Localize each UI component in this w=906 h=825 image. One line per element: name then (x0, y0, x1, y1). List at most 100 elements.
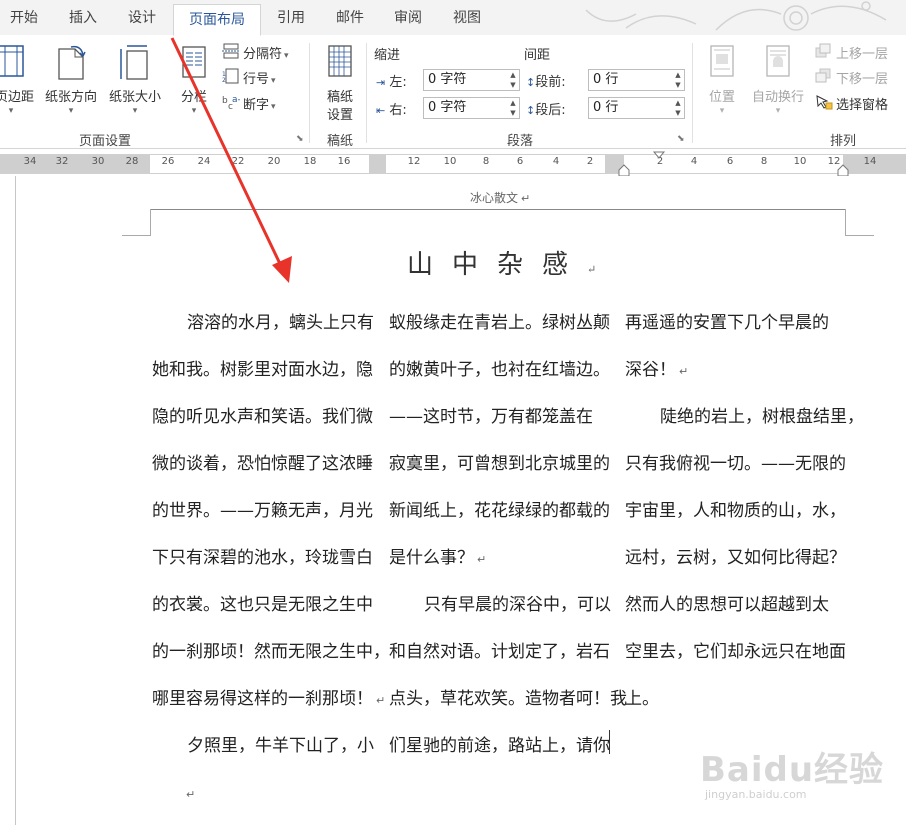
margin-corner-mark (122, 235, 151, 236)
text-line: 只有我俯视一切。——无限的 (625, 454, 846, 474)
chevron-down-icon: ▾ (271, 102, 276, 112)
spacing-after-label: ↕段后: (526, 103, 566, 118)
tab-insert[interactable]: 插入 (54, 0, 112, 35)
title-bar-decoration (566, 0, 906, 35)
text-line: 上。 (625, 689, 659, 709)
spinner-icon[interactable]: ▲ ▼ (672, 70, 684, 90)
paragraph-mark-icon: ↵ (521, 192, 531, 205)
spacing-before-input[interactable]: 0 行 ▲ ▼ (588, 69, 685, 91)
columns-button[interactable]: 分栏 ▾ (172, 43, 216, 123)
text-line: 夕照里，牛羊下山了，小 (187, 736, 374, 756)
margins-icon (0, 43, 26, 83)
tab-references[interactable]: 引用 (265, 0, 317, 35)
chevron-down-icon: ▾ (132, 106, 138, 116)
orientation-button[interactable]: 纸张方向 ▾ (40, 43, 102, 123)
margins-button[interactable]: 页边距 ▾ (0, 43, 34, 123)
bring-forward-button[interactable]: 上移一层 (815, 43, 888, 63)
margin-corner-mark (845, 209, 846, 236)
paragraph-dialog-launcher-icon[interactable]: ⬊ (677, 134, 685, 144)
text-line: 寂寞里，可曾想到北京城里的 (389, 454, 610, 474)
hyphenation-button[interactable]: b c a- 断字 ▾ (222, 94, 276, 114)
indent-title: 缩进 (374, 48, 401, 63)
manuscript-settings-button[interactable]: 稿纸 设置 (318, 43, 362, 128)
breaks-button[interactable]: 分隔符 ▾ (222, 43, 289, 63)
tab-home[interactable]: 开始 (0, 0, 48, 35)
send-backward-icon (815, 68, 833, 91)
paragraph-mark-icon: ↵ (587, 263, 597, 276)
tab-mailings[interactable]: 邮件 (322, 0, 378, 35)
hyphenation-label: 断字 (243, 98, 270, 113)
breaks-label: 分隔符 (243, 47, 283, 62)
tab-page-layout[interactable]: 页面布局 (173, 4, 261, 36)
spacing-after-input[interactable]: 0 行 ▲ ▼ (588, 97, 685, 119)
text-line: 她和我。树影里对面水边，隐 (152, 360, 373, 380)
group-separator (366, 43, 367, 143)
text-column-2[interactable]: 蚁般缘走在青岩上。绿树丛颠 的嫩黄叶子，也衬在红墙边。 ——这时节，万有都笼盖在… (389, 300, 627, 770)
spinner-icon[interactable]: ▲ ▼ (507, 98, 519, 118)
group-label-paragraph: 段落 (506, 134, 533, 149)
svg-text:a-: a- (232, 95, 240, 105)
text-line: 然而人的思想可以超越到太 (625, 595, 829, 615)
spacing-before-icon: ↕ (526, 76, 536, 89)
text-line: 是什么事？ ↵ (389, 548, 487, 568)
indent-right-input[interactable]: 0 字符 ▲ ▼ (423, 97, 520, 119)
paragraph-mark-icon: ↵ (477, 553, 487, 566)
text-line: 远村，云树，又如何比得起？ (625, 548, 846, 568)
paragraph-mark-icon: ↵ (679, 365, 689, 378)
chevron-down-icon: ▾ (284, 51, 289, 61)
tab-review[interactable]: 审阅 (382, 0, 434, 35)
spacing-before-label: ↕段前: (526, 75, 566, 90)
manuscript-paper-icon (325, 43, 355, 83)
group-label-manuscript: 稿纸 (326, 134, 353, 149)
line-numbers-label: 行号 (243, 72, 270, 87)
page-setup-dialog-launcher-icon[interactable]: ⬊ (296, 134, 304, 144)
baidu-watermark: Baidu经验 (700, 750, 885, 790)
indent-right-icon: ⇤ (376, 104, 386, 117)
text-line: 空里去，它们却永远只在地面 (625, 642, 846, 662)
paragraph-mark-icon: ↵ (376, 694, 386, 707)
text-line: 再遥遥的安置下几个早晨的 (625, 313, 829, 333)
breaks-icon (222, 43, 240, 66)
text-column-3[interactable]: 再遥遥的安置下几个早晨的 深谷！ ↵ 陡绝的岩上，树根盘结里， 只有我俯视一切。—… (625, 300, 864, 723)
text-line: 新闻纸上，花花绿绿的都载的 (389, 501, 610, 521)
horizontal-ruler[interactable]: 34 32 30 28 26 24 22 20 18 16 12 10 8 6 … (0, 150, 906, 176)
text-line: 的一刹那顷！然而无限之生中， (152, 642, 390, 662)
wrap-text-button[interactable]: 自动换行 ▾ (746, 43, 810, 123)
baidu-watermark-url: jingyan.baidu.com (705, 788, 807, 801)
chevron-down-icon: ▾ (271, 76, 276, 86)
text-line: 微的谈着，恐怕惊醒了这浓睡 (152, 454, 373, 474)
line-numbers-button[interactable]: 1 2 行号 ▾ (222, 68, 276, 88)
text-line: ——这时节，万有都笼盖在 (389, 407, 593, 427)
group-label-page-setup: 页面设置 (78, 134, 131, 149)
group-label-arrange: 排列 (829, 134, 856, 149)
margin-corner-mark (150, 209, 151, 236)
text-line: 下只有深碧的池水，玲珑雪白 (152, 548, 373, 568)
send-backward-button[interactable]: 下移一层 (815, 68, 888, 88)
text-column-1[interactable]: 溶溶的水月，螭头上只有 她和我。树影里对面水边，隐 隐的听见水声和笑语。我们微 … (152, 300, 390, 817)
indent-right-label: ⇤ 右: (376, 103, 407, 118)
indent-left-input[interactable]: 0 字符 ▲ ▼ (423, 69, 520, 91)
size-label: 纸张大小 (108, 90, 161, 105)
position-button[interactable]: 位置 ▾ (700, 43, 744, 123)
send-backward-label: 下移一层 (836, 72, 889, 87)
size-button[interactable]: 纸张大小 ▾ (104, 43, 166, 123)
tab-design[interactable]: 设计 (114, 0, 170, 35)
text-line: 深谷！ ↵ (625, 360, 689, 380)
tab-view[interactable]: 视图 (438, 0, 496, 35)
selection-pane-button[interactable]: 选择窗格 (815, 94, 888, 114)
manuscript-label-line2: 设置 (326, 108, 353, 123)
page-header[interactable]: 冰心散文 ↵ (470, 189, 530, 206)
spinner-icon[interactable]: ▲ ▼ (507, 70, 519, 90)
indent-left-label: ⇥ 左: (376, 75, 407, 90)
orientation-label: 纸张方向 (44, 90, 97, 105)
position-label: 位置 (708, 90, 735, 105)
header-divider (150, 209, 846, 210)
document-title[interactable]: 山中杂感↵ (407, 244, 596, 281)
text-line: 的世界。——万籁无声，月光 (152, 501, 373, 521)
orientation-icon (53, 43, 89, 85)
wrap-text-icon (763, 43, 793, 83)
bring-forward-label: 上移一层 (836, 47, 889, 62)
selection-pane-label: 选择窗格 (836, 98, 889, 113)
ruler-indent-markers[interactable] (0, 150, 906, 176)
spinner-icon[interactable]: ▲ ▼ (672, 98, 684, 118)
